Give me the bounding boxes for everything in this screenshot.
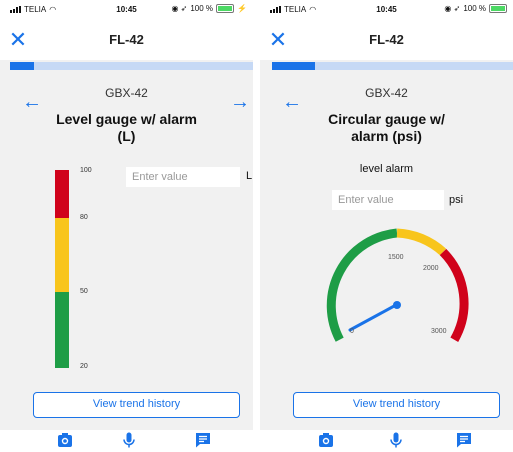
question-title: Level gauge w/ alarm (L): [30, 111, 223, 145]
view-trend-history-button[interactable]: View trend history: [293, 392, 500, 418]
chat-icon[interactable]: [195, 432, 211, 448]
view-trend-history-button[interactable]: View trend history: [33, 392, 240, 418]
status-right: ◉ ➶ 100 % ⚡: [171, 4, 247, 13]
scale-tick-20: 20: [80, 363, 88, 370]
chat-icon[interactable]: [456, 432, 472, 448]
arrow-left-icon[interactable]: ←: [22, 92, 42, 112]
gauge-label-2000: 2000: [423, 265, 439, 272]
question-title-line2: (L): [117, 128, 136, 144]
question-title-line1: Level gauge w/ alarm: [56, 111, 197, 127]
battery-percent: 100 %: [190, 4, 214, 13]
camera-icon[interactable]: [57, 432, 73, 448]
screen-divider: [253, 0, 260, 452]
gauge-needle-hub: [393, 301, 401, 309]
charging-icon: ⚡: [237, 4, 247, 13]
level-band-normal: [55, 292, 69, 368]
gauge-label-0: 0: [350, 328, 354, 335]
phone-screen-level-gauge: TELIA ◠ 10:45 ◉ ➶ 100 % ⚡ ✕ FL-42 GBX-42…: [0, 0, 253, 452]
scale-tick-50: 50: [80, 288, 88, 295]
gauge-label-1500: 1500: [388, 254, 404, 261]
circular-gauge: 1500 2000 3000 0: [326, 228, 469, 342]
nav-bar: ✕ FL-42: [0, 20, 253, 60]
arrow-right-icon[interactable]: →: [230, 92, 250, 112]
value-input[interactable]: [126, 167, 240, 187]
bottom-toolbar: [260, 430, 513, 452]
progress-bar: [10, 62, 253, 70]
nav-title: FL-42: [109, 32, 144, 47]
level-band-warning: [55, 218, 69, 292]
gauge-band-alarm: [439, 248, 469, 342]
progress-fill: [10, 62, 35, 70]
camera-icon[interactable]: [318, 432, 334, 448]
gauge-needle: [348, 303, 398, 332]
unit-label: L: [246, 170, 253, 182]
gauge-label-3000: 3000: [431, 328, 447, 335]
scale-tick-80: 80: [80, 214, 88, 221]
location-icon: ◉ ➶: [171, 4, 188, 13]
phone-screen-circular-gauge: TELIA ◠ 10:45 ◉ ➶ 100 % ✕ FL-42 GBX-42 ←…: [260, 0, 513, 452]
scale-tick-100: 100: [80, 167, 92, 174]
status-bar: TELIA ◠ 10:45 ◉ ➶ 100 % ⚡: [0, 0, 253, 20]
level-band-alarm: [55, 170, 69, 218]
battery-icon: [216, 4, 235, 13]
gauge-band-warning: [396, 228, 447, 256]
microphone-icon[interactable]: [388, 432, 404, 448]
microphone-icon[interactable]: [121, 432, 137, 448]
